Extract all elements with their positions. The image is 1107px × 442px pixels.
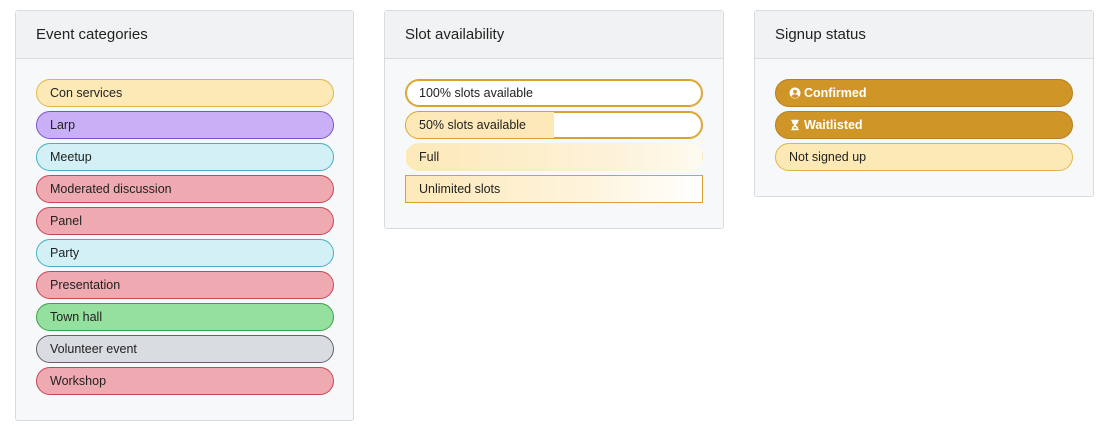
signup-label: Confirmed bbox=[804, 86, 867, 100]
slot-availability-header: Slot availability bbox=[385, 11, 723, 59]
signup-label: Not signed up bbox=[789, 150, 867, 164]
category-meetup[interactable]: Meetup bbox=[36, 143, 334, 171]
category-town-hall[interactable]: Town hall bbox=[36, 303, 334, 331]
category-label: Meetup bbox=[50, 150, 92, 164]
category-label: Workshop bbox=[50, 374, 107, 388]
signup-status-title: Signup status bbox=[775, 26, 866, 43]
signup-label: Waitlisted bbox=[804, 118, 863, 132]
event-categories-list: Con services Larp Meetup Moderated discu… bbox=[16, 59, 353, 395]
signup-confirmed[interactable]: Confirmed bbox=[775, 79, 1073, 107]
category-label: Town hall bbox=[50, 310, 103, 324]
category-panel[interactable]: Panel bbox=[36, 207, 334, 235]
signup-waitlisted[interactable]: Waitlisted bbox=[775, 111, 1073, 139]
event-categories-card: Event categories Con services Larp Meetu… bbox=[15, 10, 354, 421]
signup-status-card: Signup status Confirmed Waitlisted Not s… bbox=[754, 10, 1094, 197]
availability-label: 100% slots available bbox=[419, 86, 533, 100]
signup-not-signed-up[interactable]: Not signed up bbox=[775, 143, 1073, 171]
category-label: Moderated discussion bbox=[50, 182, 172, 196]
availability-full[interactable]: Full bbox=[405, 143, 703, 171]
availability-100-percent[interactable]: 100% slots available bbox=[405, 79, 703, 107]
category-label: Volunteer event bbox=[50, 342, 137, 356]
category-label: Party bbox=[50, 246, 80, 260]
event-categories-header: Event categories bbox=[16, 11, 353, 59]
category-con-services[interactable]: Con services bbox=[36, 79, 334, 107]
category-volunteer-event[interactable]: Volunteer event bbox=[36, 335, 334, 363]
category-presentation[interactable]: Presentation bbox=[36, 271, 334, 299]
signup-status-header: Signup status bbox=[755, 11, 1093, 59]
category-party[interactable]: Party bbox=[36, 239, 334, 267]
category-label: Larp bbox=[50, 118, 76, 132]
category-label: Panel bbox=[50, 214, 82, 228]
availability-50-percent[interactable]: 50% slots available bbox=[405, 111, 703, 139]
slot-availability-list: 100% slots available 50% slots available… bbox=[385, 59, 723, 203]
slot-availability-card: Slot availability 100% slots available 5… bbox=[384, 10, 724, 229]
availability-label: Full bbox=[419, 150, 440, 164]
category-workshop[interactable]: Workshop bbox=[36, 367, 334, 395]
category-label: Presentation bbox=[50, 278, 121, 292]
availability-label: 50% slots available bbox=[419, 118, 527, 132]
signup-status-list: Confirmed Waitlisted Not signed up bbox=[755, 59, 1093, 171]
hourglass-icon bbox=[791, 119, 799, 131]
category-moderated-discussion[interactable]: Moderated discussion bbox=[36, 175, 334, 203]
category-label: Con services bbox=[50, 86, 123, 100]
event-categories-title: Event categories bbox=[36, 26, 148, 43]
user-circle-icon bbox=[789, 87, 801, 99]
category-larp[interactable]: Larp bbox=[36, 111, 334, 139]
availability-unlimited[interactable]: Unlimited slots bbox=[405, 175, 703, 203]
availability-label: Unlimited slots bbox=[419, 182, 501, 196]
slot-availability-title: Slot availability bbox=[405, 26, 505, 43]
